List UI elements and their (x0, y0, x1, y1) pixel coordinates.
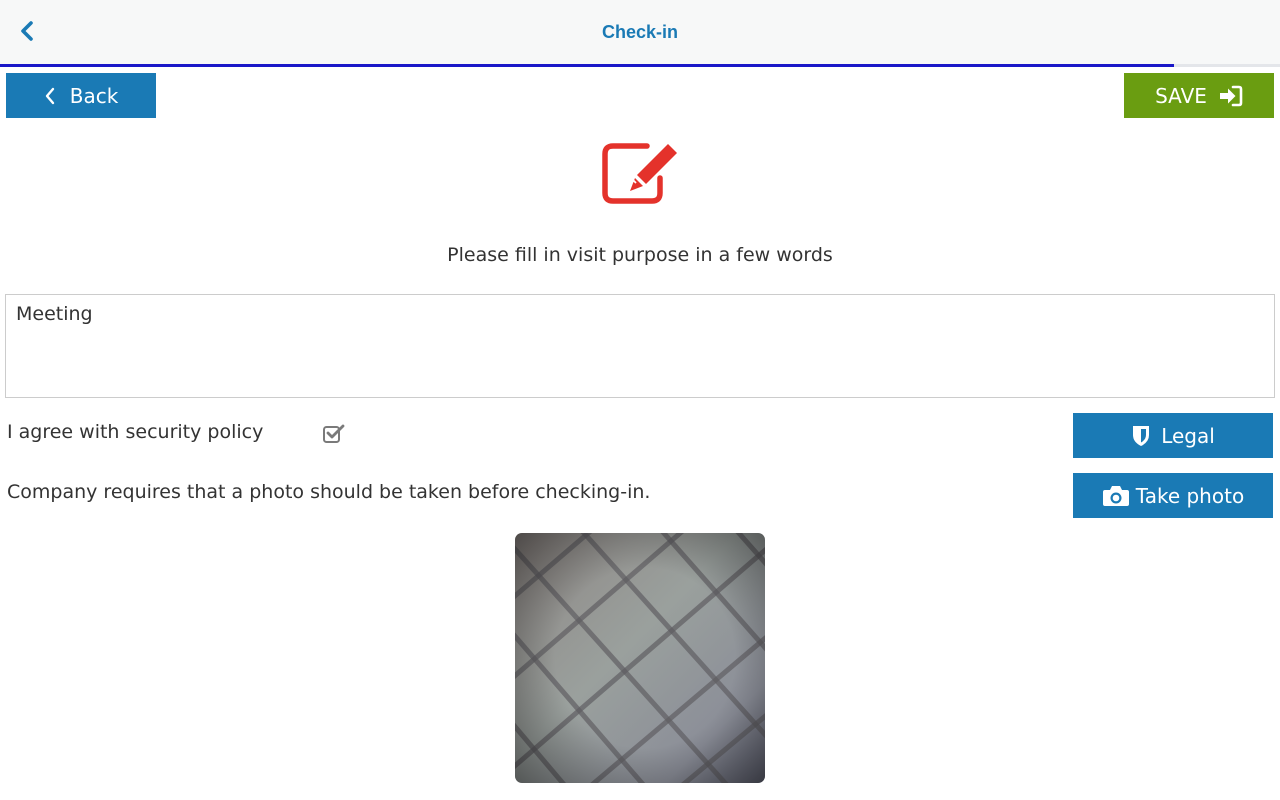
legal-button-label: Legal (1161, 423, 1215, 448)
take-photo-button-label: Take photo (1135, 483, 1245, 508)
photo-preview (515, 533, 765, 783)
nav-back-icon[interactable] (10, 14, 44, 48)
save-button-label: SAVE (1155, 83, 1207, 108)
back-button[interactable]: Back (6, 73, 156, 118)
shield-icon (1131, 424, 1151, 448)
visit-purpose-prompt: Please fill in visit purpose in a few wo… (447, 244, 833, 266)
app-bar: Check-in (0, 0, 1280, 64)
chevron-left-icon (44, 87, 56, 105)
legal-button[interactable]: Legal (1073, 413, 1273, 458)
back-button-label: Back (69, 83, 119, 108)
save-button[interactable]: SAVE (1124, 73, 1274, 118)
take-photo-button[interactable]: Take photo (1073, 473, 1273, 518)
sign-in-icon (1219, 85, 1243, 107)
visit-purpose-input[interactable] (5, 294, 1275, 398)
progress-bar-fill (0, 64, 1174, 67)
photo-requirement-note: Company requires that a photo should be … (7, 481, 651, 503)
progress-bar (0, 64, 1280, 67)
edit-icon (600, 140, 680, 206)
security-policy-label: I agree with security policy (7, 421, 264, 443)
page-title: Check-in (601, 21, 679, 42)
security-policy-checkbox[interactable] (322, 423, 346, 445)
camera-icon (1102, 484, 1130, 508)
